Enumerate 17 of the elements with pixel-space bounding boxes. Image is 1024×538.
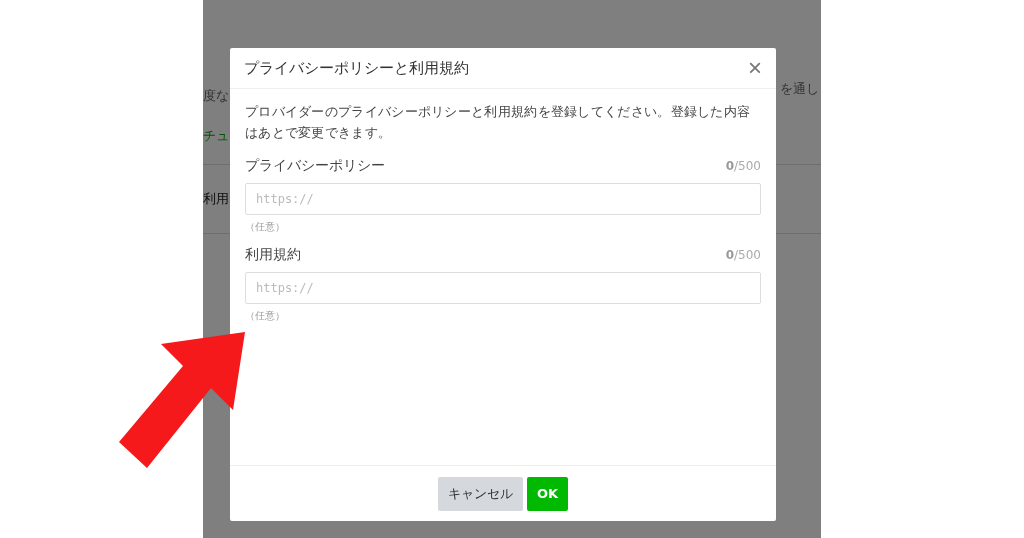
cancel-button[interactable]: キャンセル xyxy=(437,476,523,511)
close-button[interactable]: × xyxy=(748,56,762,80)
dialog-title: プライバシーポリシーと利用規約 xyxy=(244,58,469,78)
background-link[interactable]: チュ xyxy=(203,127,229,145)
field-label: プライバシーポリシー xyxy=(245,157,385,175)
url-input-field[interactable]: https:// xyxy=(245,272,761,304)
description-text: プロバイダーのプライバシーポリシーと利用規約を登録してください。登録した内容はあとで変更できます。 xyxy=(245,103,752,142)
optional-hint: （任意） xyxy=(245,309,285,323)
character-counter: 0/500 xyxy=(725,248,761,262)
background-label: 利用 xyxy=(203,190,229,208)
background-text: を通し xyxy=(780,80,819,98)
url-input-field[interactable]: https:// xyxy=(245,183,761,215)
ok-button[interactable]: OK xyxy=(526,476,569,511)
character-counter: 0/500 xyxy=(725,159,761,173)
field-label: 利用規約 xyxy=(245,246,301,264)
optional-hint: （任意） xyxy=(245,220,285,234)
background-text: 度な xyxy=(203,87,229,105)
